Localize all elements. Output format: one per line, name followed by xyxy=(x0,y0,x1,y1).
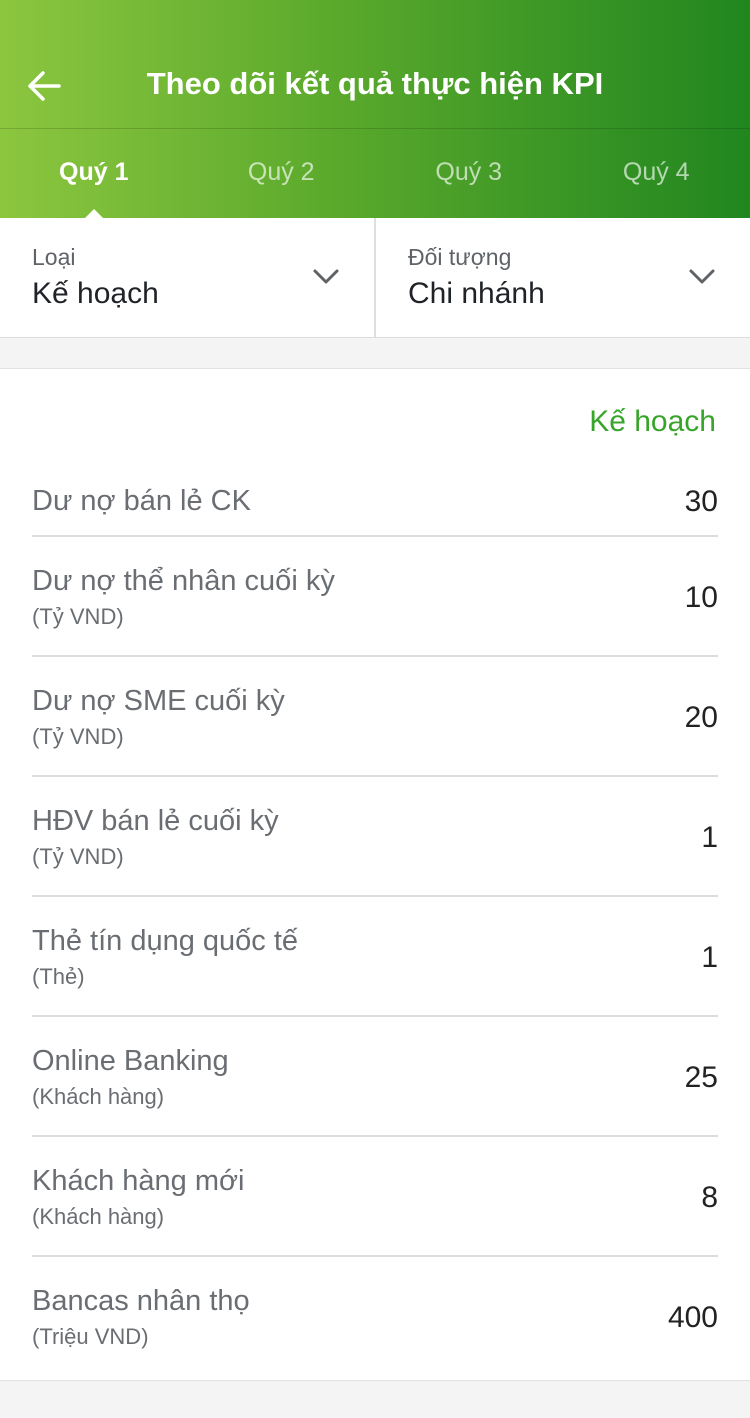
section-spacer xyxy=(0,338,750,369)
tab-quarter-4[interactable]: Quý 4 xyxy=(563,129,750,218)
kpi-unit: (Tỷ VND) xyxy=(32,724,124,749)
list-item: Khách hàng mới (Khách hàng) 8 xyxy=(32,1137,718,1257)
kpi-name: HĐV bán lẻ cuối kỳ xyxy=(32,805,279,837)
kpi-unit: (Triệu VND) xyxy=(32,1324,149,1349)
kpi-unit: (Tỷ VND) xyxy=(32,844,124,869)
chevron-down-icon xyxy=(689,269,715,284)
list-item: HĐV bán lẻ cuối kỳ (Tỷ VND) 1 xyxy=(32,777,718,897)
kpi-value: 1 xyxy=(701,821,718,854)
kpi-name: Khách hàng mới xyxy=(32,1165,245,1197)
type-dropdown-label: Loại xyxy=(32,244,76,270)
tab-quarter-1[interactable]: Quý 1 xyxy=(0,129,188,219)
kpi-unit: (Thẻ) xyxy=(32,964,85,989)
kpi-value: 30 xyxy=(684,485,718,518)
app-header: Theo dõi kết quả thực hiện KPI Quý 1 Quý… xyxy=(0,0,750,219)
target-dropdown-label: Đối tượng xyxy=(408,244,512,270)
kpi-name: Bancas nhân thọ xyxy=(32,1285,250,1317)
target-dropdown-value: Chi nhánh xyxy=(408,277,545,310)
target-dropdown[interactable]: Đối tượng Chi nhánh xyxy=(374,218,750,337)
chevron-down-icon xyxy=(313,269,339,284)
tab-label: Quý 4 xyxy=(622,158,690,186)
plan-column-header: Kế hoạch xyxy=(589,405,716,438)
list-item: Bancas nhân thọ (Triệu VND) 400 xyxy=(32,1257,718,1377)
top-bar: Theo dõi kết quả thực hiện KPI xyxy=(0,40,750,128)
list-item: Dư nợ bán lẻ CK 30 xyxy=(32,459,718,537)
kpi-unit: (Tỷ VND) xyxy=(32,604,124,629)
tab-label: Quý 2 xyxy=(247,158,315,186)
tab-quarter-2[interactable]: Quý 2 xyxy=(188,129,376,218)
tab-label: Quý 3 xyxy=(435,158,503,186)
kpi-value: 8 xyxy=(701,1181,718,1214)
kpi-name: Online Banking xyxy=(32,1045,229,1077)
quarter-tabs: Quý 1 Quý 2 Quý 3 Quý 4 xyxy=(0,129,750,219)
kpi-value: 25 xyxy=(684,1061,718,1094)
kpi-card: Kế hoạch Dư nợ bán lẻ CK 30 Dư nợ thể nh… xyxy=(0,369,750,1381)
type-dropdown-value: Kế hoạch xyxy=(32,277,159,310)
page-title: Theo dõi kết quả thực hiện KPI xyxy=(146,66,604,101)
kpi-unit: (Khách hàng) xyxy=(32,1204,165,1229)
tab-label: Quý 1 xyxy=(59,158,129,186)
kpi-name: Thẻ tín dụng quốc tế xyxy=(32,925,299,957)
kpi-value: 20 xyxy=(684,701,718,734)
back-button[interactable] xyxy=(22,64,66,108)
tab-quarter-3[interactable]: Quý 3 xyxy=(375,129,563,218)
type-dropdown[interactable]: Loại Kế hoạch xyxy=(0,218,374,337)
filter-bar: Loại Kế hoạch Đối tượng Chi nhánh xyxy=(0,218,750,338)
list-item: Dư nợ SME cuối kỳ (Tỷ VND) 20 xyxy=(32,657,718,777)
kpi-value: 400 xyxy=(667,1301,718,1334)
list-item: Online Banking (Khách hàng) 25 xyxy=(32,1017,718,1137)
kpi-unit: (Khách hàng) xyxy=(32,1084,165,1109)
kpi-value: 10 xyxy=(684,581,718,614)
kpi-name: Dư nợ bán lẻ CK xyxy=(32,485,251,517)
kpi-list: Dư nợ bán lẻ CK 30 Dư nợ thể nhân cuối k… xyxy=(32,459,718,1377)
list-item: Dư nợ thể nhân cuối kỳ (Tỷ VND) 10 xyxy=(32,537,718,657)
arrow-left-icon xyxy=(28,71,61,101)
list-item: Thẻ tín dụng quốc tế (Thẻ) 1 xyxy=(32,897,718,1017)
kpi-value: 1 xyxy=(701,941,718,974)
kpi-name: Dư nợ SME cuối kỳ xyxy=(32,685,285,717)
kpi-name: Dư nợ thể nhân cuối kỳ xyxy=(32,565,335,597)
